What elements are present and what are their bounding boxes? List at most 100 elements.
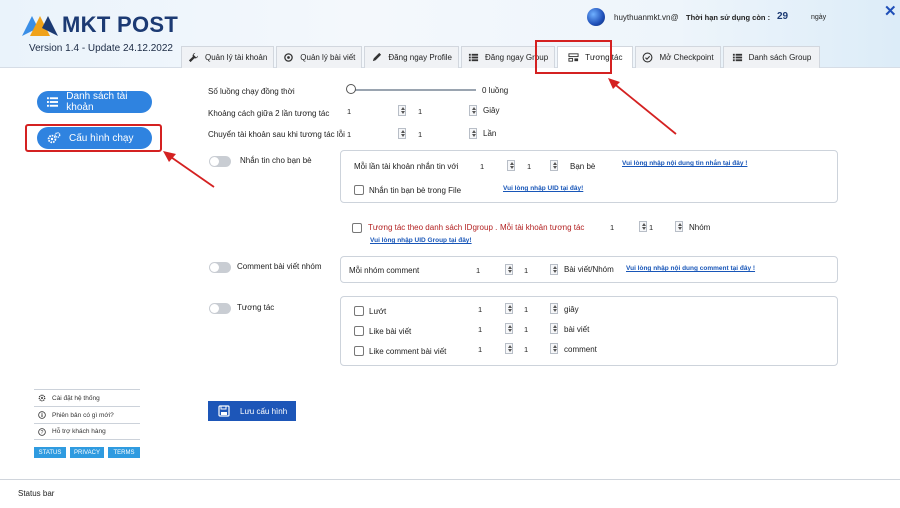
status-bar: Status bar <box>0 479 900 508</box>
like-comment-label: Like comment bài viết <box>369 347 447 356</box>
idgroup-to-input[interactable]: 1 <box>649 223 653 232</box>
group-comment-toggle[interactable] <box>209 262 231 273</box>
tab-label: Đăng ngay Profile <box>388 53 452 62</box>
switch-from-input[interactable]: 1 <box>347 130 351 139</box>
comment-content-link[interactable]: Vui lòng nhập nội dung comment tại đây ! <box>626 265 755 272</box>
friends-content-link[interactable]: Vui lòng nhập nội dung tin nhắn tại đây … <box>622 160 747 167</box>
threads-slider-knob[interactable] <box>346 84 356 94</box>
tab-label: Mở Checkpoint <box>659 53 714 62</box>
friends-uid-link[interactable]: Vui lòng nhập UID tại đây! <box>503 185 583 192</box>
expiry-days: 29 <box>777 11 789 22</box>
terms-button[interactable]: TERMS <box>108 447 140 458</box>
tab-group-list[interactable]: Danh sách Group <box>722 46 821 68</box>
group-comment-label: Comment bài viết nhóm <box>237 262 322 271</box>
save-config-button[interactable]: Lưu cấu hình <box>208 401 296 421</box>
switch-to-input[interactable]: 1 <box>418 130 422 139</box>
account-list-button[interactable]: Danh sách tài khoản <box>37 91 152 113</box>
like-comment-to-input[interactable]: 1 <box>524 345 528 354</box>
scroll-from-input[interactable]: 1 <box>478 305 482 314</box>
comment-to-input[interactable]: 1 <box>524 266 528 275</box>
app-name: MKT POST <box>62 12 179 37</box>
like-comment-to-stepper[interactable] <box>550 343 558 354</box>
list-icon <box>47 97 59 107</box>
scroll-checkbox[interactable] <box>354 306 364 316</box>
like-comment-from-input[interactable]: 1 <box>478 345 482 354</box>
like-post-to-stepper[interactable] <box>550 323 558 334</box>
privacy-button[interactable]: PRIVACY <box>70 447 104 458</box>
comment-from-input[interactable]: 1 <box>476 266 480 275</box>
account-list-label: Danh sách tài khoản <box>66 91 128 113</box>
interval-to-stepper[interactable] <box>469 105 477 116</box>
switch-unit: Lần <box>483 129 497 138</box>
scroll-from-stepper[interactable] <box>505 303 513 314</box>
like-comment-from-stepper[interactable] <box>505 343 513 354</box>
system-settings-link[interactable]: Cài đặt hệ thống <box>34 389 140 406</box>
app-logo: MKT POST <box>20 12 178 38</box>
system-links: Cài đặt hệ thống Phiên bản có gì mới? ? … <box>34 389 140 440</box>
idgroup-checkbox[interactable] <box>352 223 362 233</box>
logo-mark-icon <box>22 16 58 36</box>
comment-from-stepper[interactable] <box>505 264 513 275</box>
comment-to-stepper[interactable] <box>550 264 558 275</box>
like-comment-checkbox[interactable] <box>354 346 364 356</box>
interaction-toggle[interactable] <box>209 303 231 314</box>
like-post-checkbox[interactable] <box>354 326 364 336</box>
like-post-from-stepper[interactable] <box>505 323 513 334</box>
friends-to-input[interactable]: 1 <box>527 162 531 171</box>
interaction-label: Tương tác <box>237 303 275 312</box>
expiry-label: Thời hạn sử dụng còn : <box>686 13 771 22</box>
idgroup-to-stepper[interactable] <box>675 221 683 232</box>
footer-mini-buttons: STATUS PRIVACY TERMS <box>34 447 140 458</box>
app-version: Version 1.4 - Update 24.12.2022 <box>29 43 173 54</box>
comment-unit: Bài viết/Nhóm <box>564 265 614 274</box>
scroll-to-stepper[interactable] <box>550 303 558 314</box>
status-button[interactable]: STATUS <box>34 447 66 458</box>
whats-new-link[interactable]: Phiên bản có gì mới? <box>34 406 140 423</box>
switch-to-stepper[interactable] <box>469 128 477 139</box>
info-icon <box>38 411 46 419</box>
svg-text:?: ? <box>41 429 44 435</box>
like-post-label: Like bài viết <box>369 327 412 336</box>
refresh-icon <box>283 52 294 63</box>
highlight-box-config <box>25 124 162 152</box>
scroll-to-input[interactable]: 1 <box>524 305 528 314</box>
threads-value: 0 luồng <box>482 86 509 95</box>
friends-file-label: Nhắn tin bạn bè trong File <box>369 186 462 195</box>
like-post-from-input[interactable]: 1 <box>478 325 482 334</box>
wrench-icon <box>188 52 199 63</box>
friends-message-toggle[interactable] <box>209 156 231 167</box>
friends-to-stepper[interactable] <box>550 160 558 171</box>
friends-unit: Bạn bè <box>570 162 596 171</box>
idgroup-label: Tương tác theo danh sách IDgroup . <box>368 223 498 232</box>
close-icon[interactable]: ✕ <box>884 2 897 20</box>
pen-icon <box>371 52 382 63</box>
idgroup-from-input[interactable]: 1 <box>610 223 614 232</box>
avatar[interactable] <box>587 8 605 26</box>
friends-from-input[interactable]: 1 <box>480 162 484 171</box>
group-per-comment-label: Mỗi nhóm comment <box>349 266 420 275</box>
tab-post-management[interactable]: Quản lý bài viết <box>276 46 363 68</box>
friends-from-stepper[interactable] <box>507 160 515 171</box>
switch-from-stepper[interactable] <box>398 128 406 139</box>
interval-to-input[interactable]: 1 <box>418 107 422 116</box>
idgroup-uid-link[interactable]: Vui lòng nhập UID Group tại đây! <box>370 237 472 244</box>
tab-account-management[interactable]: Quản lý tài khoản <box>181 46 275 68</box>
tab-post-profile[interactable]: Đăng ngay Profile <box>364 46 459 68</box>
tab-open-checkpoint[interactable]: Mở Checkpoint <box>635 46 721 68</box>
customer-support-label: Hỗ trợ khách hàng <box>52 428 106 435</box>
interval-from-stepper[interactable] <box>398 105 406 116</box>
gear-icon <box>38 394 46 402</box>
idgroup-from-stepper[interactable] <box>639 221 647 232</box>
whats-new-label: Phiên bản có gì mới? <box>52 411 114 419</box>
friends-per-account-label: Mỗi lần tài khoản nhắn tin với <box>354 162 459 171</box>
interval-from-input[interactable]: 1 <box>347 107 351 116</box>
like-comment-unit: comment <box>564 345 597 354</box>
app-header: MKT POST Version 1.4 - Update 24.12.2022… <box>0 0 900 68</box>
status-bar-text: Status bar <box>18 489 55 498</box>
like-post-to-input[interactable]: 1 <box>524 325 528 334</box>
friends-file-checkbox[interactable] <box>354 185 364 195</box>
system-settings-label: Cài đặt hệ thống <box>52 394 100 402</box>
main-tabs: Quản lý tài khoản Quản lý bài viết Đăng … <box>181 46 821 68</box>
threads-slider-track[interactable] <box>350 89 476 91</box>
customer-support-link[interactable]: ? Hỗ trợ khách hàng <box>34 423 140 440</box>
